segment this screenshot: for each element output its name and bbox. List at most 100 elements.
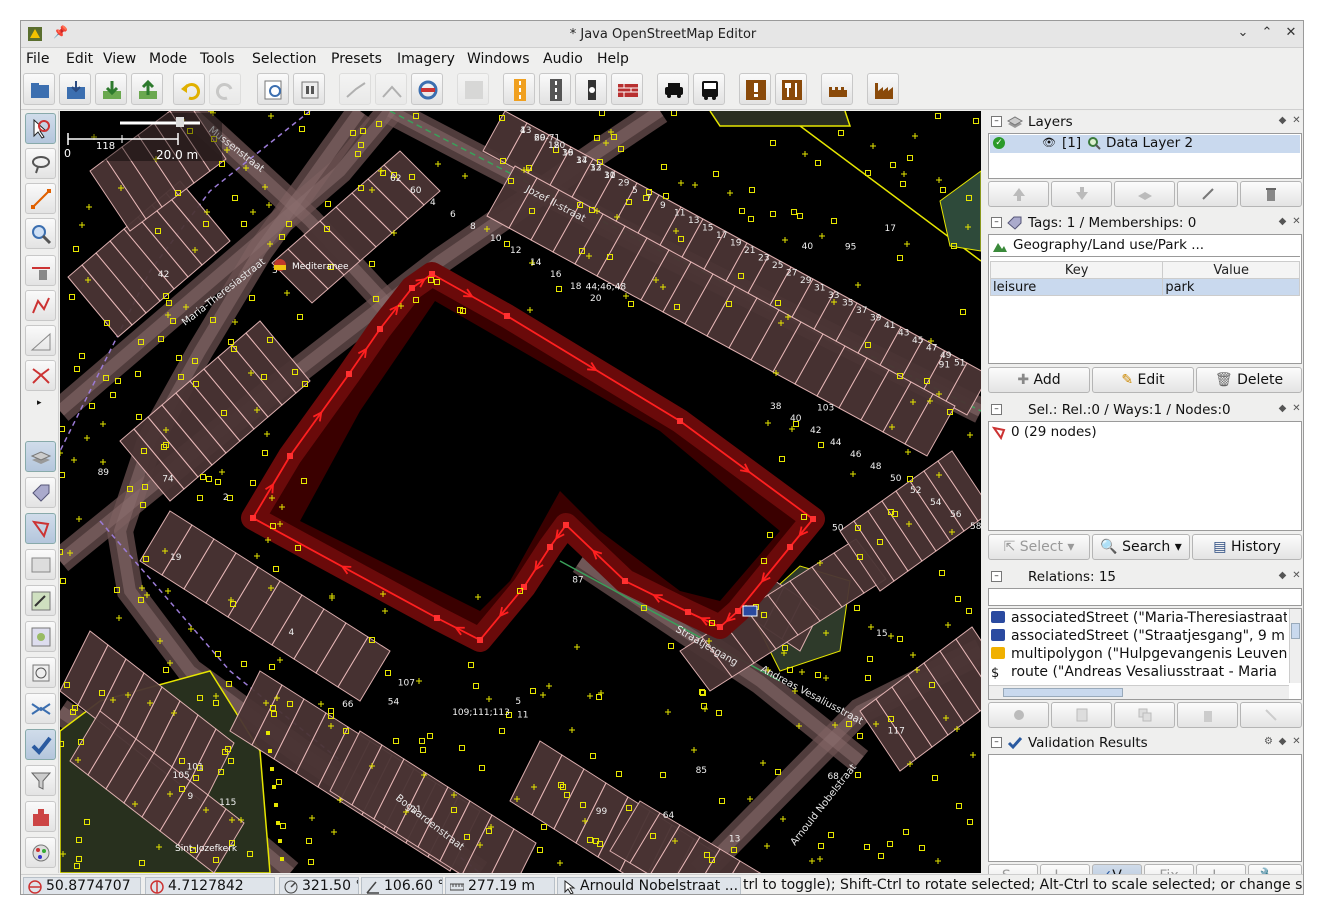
preset-emergency-button[interactable]: [739, 73, 771, 105]
node-square[interactable]: [831, 218, 837, 224]
preset-highway-button[interactable]: [503, 73, 535, 105]
selected-node[interactable]: [377, 326, 383, 332]
toggle-filter-funnel-button[interactable]: [25, 765, 56, 796]
node-square[interactable]: [815, 672, 821, 678]
collapse-toggle-icon[interactable]: –: [991, 404, 1002, 415]
node-square[interactable]: [590, 753, 596, 759]
node-cross[interactable]: [277, 657, 283, 663]
node-cross[interactable]: [799, 669, 805, 675]
node-square[interactable]: [967, 819, 973, 825]
node-cross[interactable]: [855, 282, 861, 288]
node-cross[interactable]: [284, 290, 290, 296]
node-cross[interactable]: [382, 608, 388, 614]
toggle-selection-button[interactable]: [25, 513, 56, 544]
node-cross[interactable]: [764, 843, 770, 849]
close-icon[interactable]: ✕: [1281, 25, 1301, 43]
menu-edit[interactable]: Edit: [66, 51, 93, 67]
node-square[interactable]: [325, 201, 331, 207]
selected-node[interactable]: [717, 624, 723, 630]
node-cross[interactable]: [100, 459, 106, 465]
node-cross[interactable]: [868, 624, 874, 630]
node-square[interactable]: [748, 216, 754, 222]
preset-track-button[interactable]: [539, 73, 571, 105]
selected-node[interactable]: [434, 615, 440, 621]
node-cross[interactable]: [910, 652, 916, 658]
add-tag-button[interactable]: ✚ Add: [988, 367, 1090, 393]
menu-audio[interactable]: Audio: [543, 51, 583, 67]
node-square[interactable]: [280, 823, 286, 829]
menu-imagery[interactable]: Imagery: [397, 51, 455, 67]
node-square[interactable]: [270, 767, 274, 771]
node-square[interactable]: [419, 738, 425, 744]
preferences-button[interactable]: [293, 73, 325, 105]
relations-filter-input[interactable]: [988, 588, 1302, 606]
node-square[interactable]: [828, 832, 834, 838]
key-column-header[interactable]: Key: [989, 261, 1164, 279]
collapse-toggle-icon[interactable]: –: [991, 737, 1002, 748]
node-square[interactable]: [864, 844, 870, 850]
node-square[interactable]: [135, 371, 141, 377]
node-cross[interactable]: [331, 829, 337, 835]
menu-windows[interactable]: Windows: [467, 51, 530, 67]
node-cross[interactable]: [587, 693, 593, 699]
node-square[interactable]: [60, 472, 65, 478]
node-cross[interactable]: [782, 237, 788, 243]
undo-button[interactable]: [173, 73, 205, 105]
node-square[interactable]: [671, 111, 677, 116]
new-relation-button[interactable]: [988, 702, 1049, 728]
selected-node[interactable]: [677, 418, 683, 424]
node-cross[interactable]: [219, 469, 225, 475]
preset-castle-button[interactable]: [821, 73, 853, 105]
node-cross[interactable]: [60, 450, 63, 456]
select-mode-button[interactable]: [25, 113, 56, 144]
edit-tag-button[interactable]: ✎ Edit: [1092, 367, 1194, 393]
value-column-header[interactable]: Value: [1162, 261, 1300, 279]
merge-layer-button[interactable]: [1114, 181, 1175, 207]
tag-key[interactable]: leisure: [989, 278, 1164, 296]
node-square[interactable]: [867, 656, 873, 662]
node-square[interactable]: [739, 208, 745, 214]
close-panel-icon[interactable]: ✕: [1290, 736, 1303, 749]
preset-label[interactable]: Geography/Land use/Park ...: [991, 237, 1301, 255]
node-cross[interactable]: [727, 190, 733, 196]
node-cross[interactable]: [557, 860, 563, 866]
bus-stop-icon[interactable]: [742, 605, 758, 617]
node-square[interactable]: [473, 683, 479, 689]
node-cross[interactable]: [254, 553, 260, 559]
lasso-mode-button[interactable]: [25, 148, 56, 179]
landuse-outline[interactable]: [709, 111, 852, 127]
open-file-button[interactable]: [23, 73, 55, 105]
selected-node[interactable]: [429, 271, 435, 277]
node-square[interactable]: [599, 111, 605, 116]
node-cross[interactable]: [905, 449, 911, 455]
panel-settings-icon[interactable]: ⚙: [1262, 736, 1275, 749]
selected-node[interactable]: [504, 313, 510, 319]
node-square[interactable]: [89, 403, 95, 409]
node-cross[interactable]: [486, 696, 492, 702]
node-cross[interactable]: [569, 727, 575, 733]
node-cross[interactable]: [623, 293, 629, 299]
tag-value[interactable]: park: [1162, 278, 1300, 296]
node-cross[interactable]: [86, 204, 92, 210]
node-square[interactable]: [661, 164, 667, 170]
close-panel-icon[interactable]: ✕: [1290, 403, 1303, 416]
node-square[interactable]: [197, 495, 203, 501]
node-cross[interactable]: [760, 760, 766, 766]
node-square[interactable]: [890, 162, 896, 168]
edit-relation-button[interactable]: [1051, 702, 1112, 728]
node-square[interactable]: [857, 733, 863, 739]
move-layer-up-button[interactable]: [988, 181, 1049, 207]
node-cross[interactable]: [79, 222, 85, 228]
node-cross[interactable]: [692, 182, 698, 188]
node-square[interactable]: [297, 314, 303, 320]
node-square[interactable]: [701, 703, 707, 709]
node-cross[interactable]: [901, 171, 907, 177]
wireframe-button[interactable]: [457, 73, 489, 105]
node-square[interactable]: [278, 839, 282, 843]
preset-industrial-button[interactable]: [867, 73, 899, 105]
map-view[interactable]: Mussenstraat Jozef II-straat Maria-Theresi…: [60, 111, 981, 873]
node-cross[interactable]: [904, 241, 910, 247]
selected-node[interactable]: [250, 515, 256, 521]
collapse-toggle-icon[interactable]: –: [991, 116, 1002, 127]
node-square[interactable]: [241, 661, 247, 667]
